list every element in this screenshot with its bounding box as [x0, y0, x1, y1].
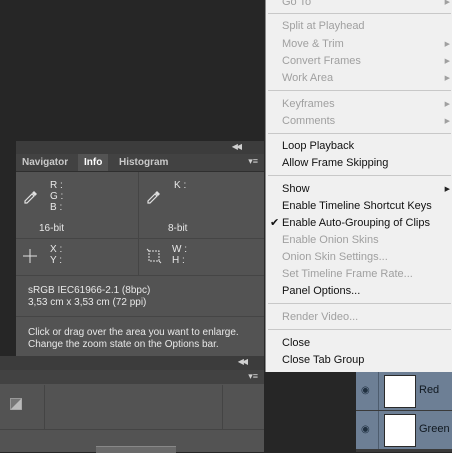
- info-panel: ◀◀ Navigator Info Histogram ▾≡ R : G : B…: [16, 141, 264, 356]
- layer-thumbnail: [384, 375, 416, 408]
- menu-item-comments[interactable]: Comments: [282, 113, 335, 130]
- h-label: H :: [172, 255, 185, 266]
- rgb-r-label: R :: [50, 180, 63, 191]
- x-label: X :: [50, 244, 63, 255]
- panel-title-bar[interactable]: ◀◀: [16, 141, 264, 154]
- selection-size-icon: [146, 248, 162, 264]
- menu-item-allow-frame-skipping[interactable]: Allow Frame Skipping: [282, 155, 388, 172]
- menu-item-panel-options[interactable]: Panel Options...: [282, 283, 360, 300]
- submenu-arrow-icon: ▶: [444, 75, 450, 82]
- menu-item-enable-timeline-shortcut-keys[interactable]: Enable Timeline Shortcut Keys: [282, 198, 432, 215]
- timeline-context-menu: Go To ▶ Split at Playhead Move & Trim ▶ …: [265, 0, 452, 372]
- lower-panel-tab-bar: ▾≡: [0, 370, 264, 384]
- rgb-g-label: G :: [50, 191, 64, 202]
- panel-tab-bar: Navigator Info Histogram ▾≡: [16, 154, 264, 172]
- color-profile: sRGB IEC61966-2.1 (8bpc): [28, 285, 151, 296]
- menu-item-onion-skin-settings[interactable]: Onion Skin Settings...: [282, 249, 388, 266]
- menu-separator: [268, 133, 451, 134]
- menu-item-set-timeline-frame-rate[interactable]: Set Timeline Frame Rate...: [282, 266, 413, 283]
- document-size: 3,53 cm x 3,53 cm (72 ppi): [28, 297, 147, 308]
- submenu-arrow-icon: ▶: [444, 0, 450, 6]
- collapse-icon[interactable]: ◀◀: [232, 142, 242, 151]
- menu-item-keyframes[interactable]: Keyframes: [282, 96, 335, 113]
- tab-info[interactable]: Info: [78, 154, 109, 171]
- lower-panel-row: [0, 385, 264, 430]
- layers-panel: ◉ Red ◉ Green: [356, 372, 452, 452]
- collapse-icon[interactable]: ◀◀: [238, 357, 248, 366]
- submenu-arrow-icon: ▶: [444, 118, 450, 125]
- lower-panel-title-bar[interactable]: ◀◀: [0, 356, 264, 370]
- menu-item-go-to[interactable]: Go To: [282, 0, 311, 11]
- menu-item-split-at-playhead[interactable]: Split at Playhead: [282, 18, 365, 35]
- bit-depth-right[interactable]: 8-bit: [168, 223, 187, 234]
- swatch-icon[interactable]: [10, 398, 22, 410]
- eye-icon[interactable]: ◉: [361, 424, 370, 435]
- layer-name: Green: [419, 423, 450, 435]
- position-readout: X : Y :: [16, 239, 139, 276]
- menu-item-render-video[interactable]: Render Video...: [282, 309, 358, 326]
- menu-item-enable-onion-skins[interactable]: Enable Onion Skins: [282, 232, 379, 249]
- menu-item-loop-playback[interactable]: Loop Playback: [282, 138, 354, 155]
- k-label: K :: [174, 180, 187, 191]
- submenu-arrow-icon: ▶: [444, 41, 450, 48]
- panel-menu-icon[interactable]: ▾≡: [248, 156, 258, 167]
- menu-item-enable-auto-grouping[interactable]: Enable Auto-Grouping of Clips: [282, 215, 430, 232]
- layer-name: Red: [419, 384, 440, 396]
- eyedropper-icon: [147, 191, 160, 204]
- tab-histogram[interactable]: Histogram: [113, 154, 174, 171]
- help-text-line-2: Change the zoom state on the Options bar…: [28, 339, 219, 350]
- menu-separator: [268, 90, 451, 91]
- tab-navigator[interactable]: Navigator: [16, 154, 74, 171]
- eyedropper-icon: [24, 191, 37, 204]
- size-readout: W : H :: [139, 239, 264, 276]
- bit-depth-left[interactable]: 16-bit: [39, 223, 64, 234]
- menu-separator: [268, 13, 451, 14]
- y-label: Y :: [50, 255, 63, 266]
- k-readout: K : 8-bit: [139, 172, 264, 239]
- menu-separator: [268, 175, 451, 176]
- submenu-arrow-icon: ▶: [444, 58, 450, 65]
- layer-row[interactable]: ◉ Red: [356, 372, 452, 411]
- menu-item-close[interactable]: Close: [282, 335, 310, 352]
- menu-item-show[interactable]: Show: [282, 181, 310, 198]
- w-label: W :: [172, 244, 187, 255]
- panel-menu-icon[interactable]: ▾≡: [248, 371, 258, 382]
- menu-separator: [268, 303, 451, 304]
- layer-row[interactable]: ◉ Green: [356, 411, 452, 450]
- submenu-arrow-icon: ▶: [444, 101, 450, 108]
- checkmark-icon: ✔: [270, 217, 280, 229]
- rgb-readout: R : G : B : 16-bit: [16, 172, 139, 239]
- menu-item-move-trim[interactable]: Move & Trim: [282, 36, 344, 53]
- document-info: sRGB IEC61966-2.1 (8bpc) 3,53 cm x 3,53 …: [16, 276, 264, 317]
- submenu-arrow-icon: ▶: [444, 186, 450, 193]
- crosshair-icon: [23, 249, 37, 263]
- menu-item-close-tab-group[interactable]: Close Tab Group: [282, 352, 364, 369]
- menu-item-work-area[interactable]: Work Area: [282, 70, 333, 87]
- eye-icon[interactable]: ◉: [361, 385, 370, 396]
- lower-panel: ◀◀ ▾≡: [0, 356, 264, 453]
- menu-item-convert-frames[interactable]: Convert Frames: [282, 53, 361, 70]
- divider: [44, 385, 45, 429]
- layer-thumbnail: [384, 414, 416, 447]
- rgb-b-label: B :: [50, 202, 63, 213]
- menu-separator: [268, 329, 451, 330]
- help-text-line-1: Click or drag over the area you want to …: [28, 327, 239, 338]
- divider: [222, 385, 223, 429]
